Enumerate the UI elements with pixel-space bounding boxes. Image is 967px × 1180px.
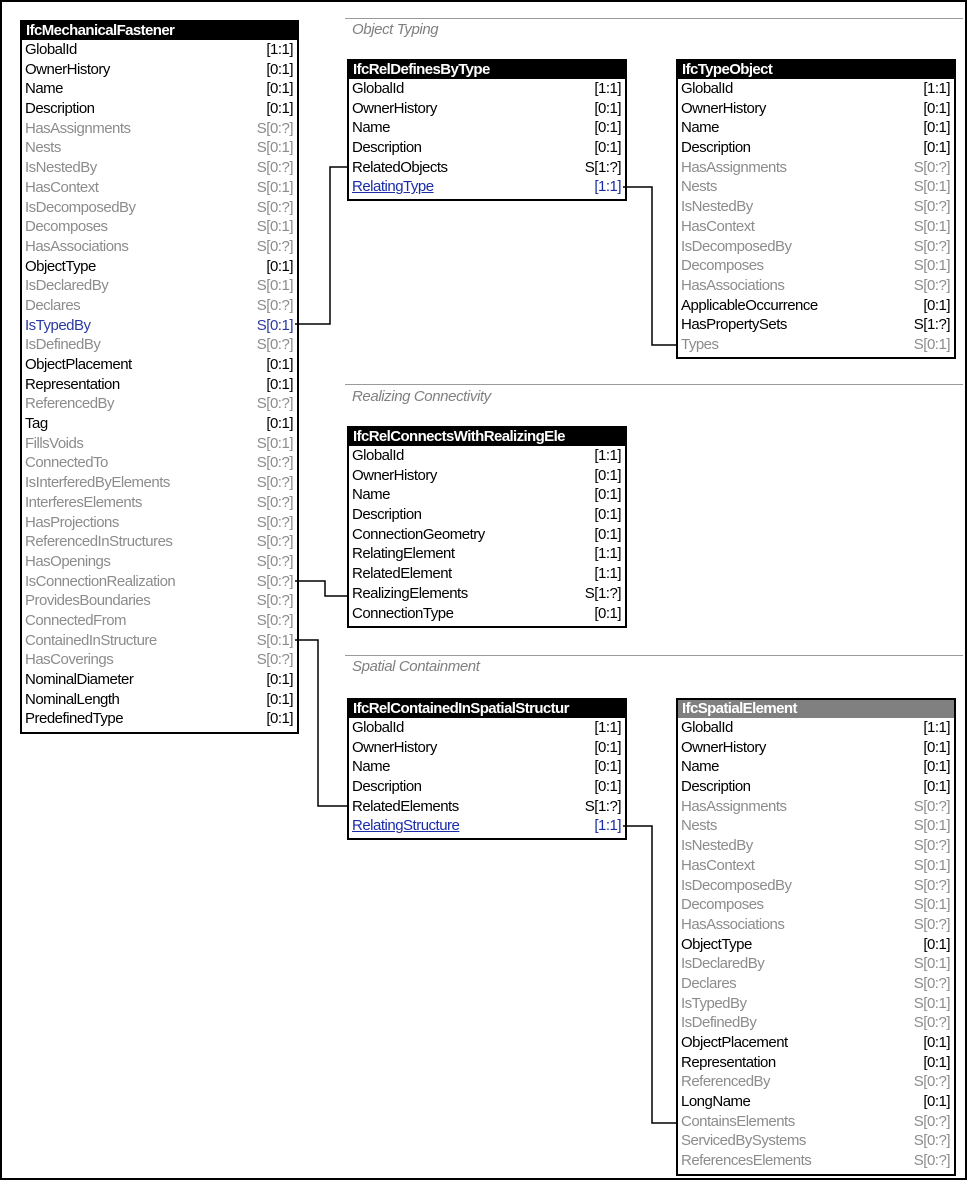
relationship-connectors (295, 166, 676, 1124)
connector-isconnectionrealization-realizingelements (295, 580, 347, 597)
connector-istypedby-relatedobjects (295, 166, 347, 325)
connector-relatingstructure-containselements (623, 825, 676, 1124)
connector-relatingtype-types (623, 186, 676, 346)
schema-diagram: Object Typing Realizing Connectivity Spa… (0, 0, 967, 1180)
connector-containedinstructure-relatedelements (295, 639, 347, 807)
